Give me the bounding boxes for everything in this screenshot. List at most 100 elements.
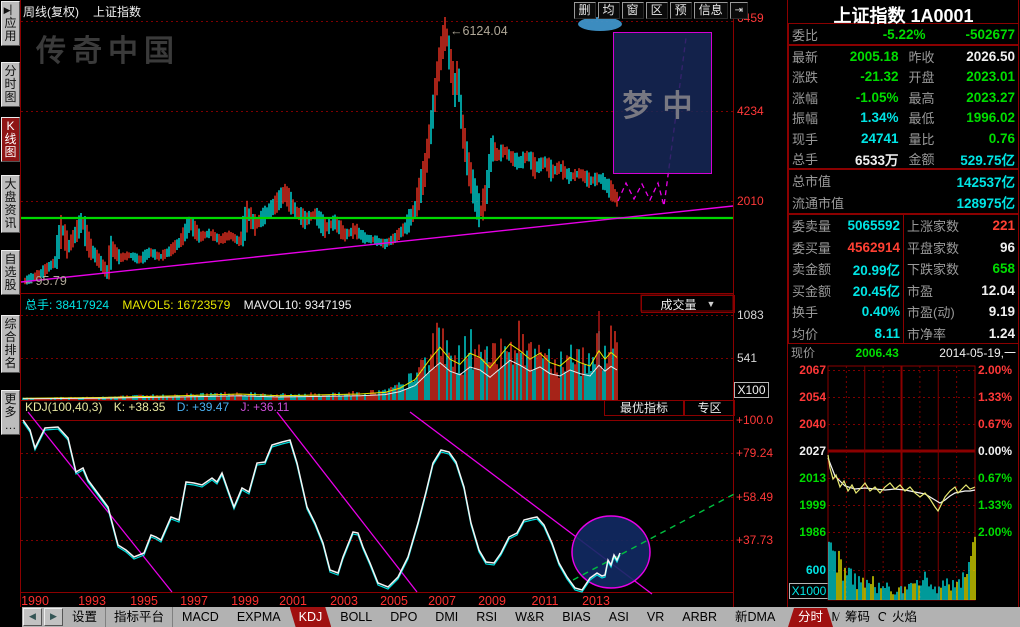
indicator-tab-VR[interactable]: VR bbox=[638, 607, 673, 627]
indicator-tab-KDJ[interactable]: KDJ bbox=[290, 607, 332, 627]
quote-value: 0.76 bbox=[943, 131, 1016, 146]
breadth-row: 市盈(动)9.19 bbox=[904, 301, 1018, 323]
breadth-row: 上涨家数221 bbox=[904, 215, 1018, 237]
breadth-value: 12.04 bbox=[965, 283, 1015, 298]
sidebar-item-char: 股 bbox=[2, 279, 19, 292]
marketcap-row: 总市值142537亿 bbox=[789, 170, 1018, 192]
quote-label: 开盘 bbox=[909, 67, 943, 86]
breadth-label: 买金额 bbox=[792, 281, 838, 300]
breadth-value: 20.45亿 bbox=[838, 280, 900, 300]
sidebar-item-char: 图 bbox=[2, 146, 19, 159]
breadth-value: 96 bbox=[965, 240, 1015, 255]
breadth-value: 4562914 bbox=[838, 240, 900, 255]
chart-toolbutton-窗[interactable]: 窗 bbox=[622, 2, 644, 19]
quote-value: 529.75亿 bbox=[943, 149, 1016, 169]
breadth-value: 9.19 bbox=[965, 304, 1015, 319]
mavol5-label: MAVOL5: 16723579 bbox=[122, 298, 230, 312]
breadth-value: 8.11 bbox=[838, 326, 900, 341]
marketcap-box: 总市值142537亿流通市值128975亿 bbox=[788, 169, 1019, 214]
sidebar-item-更多…[interactable]: 更多… bbox=[1, 390, 20, 435]
dream-annotation-rect: 梦中 bbox=[613, 32, 712, 174]
indicator-tab-BOLL[interactable]: BOLL bbox=[331, 607, 381, 627]
sidebar-item-综合排名[interactable]: 综合排名 bbox=[1, 315, 20, 373]
quote-label: 最新 bbox=[792, 47, 826, 66]
breadth-label: 均价 bbox=[792, 324, 838, 343]
indicator-platform-button[interactable]: 指标平台 bbox=[106, 607, 173, 627]
kdj-k-value: K: +38.35 bbox=[114, 400, 166, 414]
scroll-left-button[interactable]: ◀ bbox=[23, 608, 42, 626]
quote-rows-box: 最新2005.18昨收2026.50涨跌-21.32开盘2023.01涨幅-1.… bbox=[788, 45, 1019, 169]
breadth-label: 平盘家数 bbox=[907, 238, 965, 257]
breadth-label: 上涨家数 bbox=[907, 216, 965, 235]
breadth-value: 5065592 bbox=[838, 218, 900, 233]
toolbar-spacer bbox=[0, 607, 22, 627]
breadth-grid: 委卖量5065592委买量4562914卖金额20.99亿买金额20.45亿换手… bbox=[789, 215, 1018, 343]
chart-toolbutton-删[interactable]: 删 bbox=[574, 2, 596, 19]
sidebar-item-K线图[interactable]: K线图 bbox=[1, 117, 20, 162]
indicator-tab-ASI[interactable]: ASI bbox=[600, 607, 638, 627]
breadth-col-left: 委卖量5065592委买量4562914卖金额20.99亿买金额20.45亿换手… bbox=[789, 215, 903, 343]
quote-label: 昨收 bbox=[909, 47, 943, 66]
chart-toolbuttons: 删均窗区预信息⇥ bbox=[574, 2, 748, 19]
breadth-row: 换手0.40% bbox=[789, 301, 903, 323]
chart-toolbutton-预[interactable]: 预 bbox=[670, 2, 692, 19]
breadth-value: 0.40% bbox=[838, 304, 900, 319]
chart-toolbutton-区[interactable]: 区 bbox=[646, 2, 668, 19]
panel-tab-筹码[interactable]: 筹码 bbox=[835, 608, 880, 627]
indicator-tab-EXPMA[interactable]: EXPMA bbox=[228, 607, 290, 627]
breadth-label: 市盈(动) bbox=[907, 302, 965, 321]
quote-label: 总手 bbox=[792, 149, 826, 168]
indicator-tab-MACD[interactable]: MACD bbox=[173, 607, 228, 627]
sidebar-item-自选股[interactable]: 自选股 bbox=[1, 250, 20, 295]
quote-value: -21.32 bbox=[826, 69, 899, 84]
quote-value: 2005.18 bbox=[826, 49, 899, 64]
breadth-value: 20.99亿 bbox=[838, 259, 900, 279]
breadth-row: 卖金额20.99亿 bbox=[789, 258, 903, 280]
breadth-value: 658 bbox=[965, 261, 1015, 276]
indicator-tab-DMI[interactable]: DMI bbox=[426, 607, 467, 627]
weicha-value: -502677 bbox=[925, 27, 1015, 42]
quote-title: 上证指数 1A0001 bbox=[788, 0, 1019, 23]
chart-toolbutton-信息[interactable]: 信息 bbox=[694, 2, 728, 19]
sidebar-item-应用[interactable]: ▶▏应用 bbox=[1, 1, 20, 46]
indicator-tab-DPO[interactable]: DPO bbox=[381, 607, 426, 627]
spot-row: 现价 2006.43 2014-05-19,一 bbox=[788, 344, 1019, 361]
breadth-row: 委买量4562914 bbox=[789, 237, 903, 259]
sidebar-item-char: 名 bbox=[2, 357, 19, 370]
quote-row: 总手6533万金额529.75亿 bbox=[789, 149, 1018, 170]
settings-button[interactable]: 设置 bbox=[64, 607, 106, 627]
breadth-row: 委卖量5065592 bbox=[789, 215, 903, 237]
marketcap-label: 流通市值 bbox=[792, 193, 844, 212]
quote-label: 最高 bbox=[909, 88, 943, 107]
sidebar-item-char: 讯 bbox=[2, 217, 19, 230]
indicator-tab-ARBR[interactable]: ARBR bbox=[673, 607, 726, 627]
indicator-tab-RSI[interactable]: RSI bbox=[467, 607, 506, 627]
breadth-label: 市盈 bbox=[907, 281, 965, 300]
panel-tab-火焰[interactable]: 火焰 bbox=[882, 608, 927, 627]
indicator-tab-新DMA[interactable]: 新DMA bbox=[726, 607, 784, 627]
next-arrow-button[interactable]: ⇥ bbox=[730, 2, 748, 19]
quote-value: 2026.50 bbox=[943, 49, 1016, 64]
panel-tab-分时[interactable]: 分时 bbox=[788, 608, 833, 627]
quote-value: 6533万 bbox=[826, 149, 899, 169]
sidebar-item-大盘资讯[interactable]: 大盘资讯 bbox=[1, 175, 20, 233]
indicator-tab-BIAS[interactable]: BIAS bbox=[553, 607, 600, 627]
sidebar-item-char: 用 bbox=[2, 30, 19, 43]
marketcap-value: 142537亿 bbox=[831, 171, 1015, 191]
breadth-row: 市净率1.24 bbox=[904, 323, 1018, 345]
volume-total-label: 总手: 38417924 bbox=[25, 298, 109, 312]
quote-label: 最低 bbox=[909, 108, 943, 127]
indicator-tab-W&R[interactable]: W&R bbox=[506, 607, 553, 627]
kdj-title: KDJ(100,40,3) bbox=[25, 400, 102, 414]
quote-row: 振幅1.34%最低1996.02 bbox=[789, 108, 1018, 129]
volume-indicator-dropdown[interactable]: 成交量 ▼ bbox=[641, 295, 735, 313]
chart-toolbutton-均[interactable]: 均 bbox=[598, 2, 620, 19]
breadth-label: 市净率 bbox=[907, 324, 965, 343]
breadth-label: 下跌家数 bbox=[907, 259, 965, 278]
period-label: 周线(复权) bbox=[23, 5, 79, 19]
dropdown-arrow-icon: ▼ bbox=[707, 299, 716, 309]
sidebar-item-分时图[interactable]: 分时图 bbox=[1, 62, 20, 107]
quote-row: 现手24741量比0.76 bbox=[789, 128, 1018, 149]
scroll-right-button[interactable]: ▶ bbox=[44, 608, 63, 626]
weibi-label: 委比 bbox=[792, 25, 818, 44]
